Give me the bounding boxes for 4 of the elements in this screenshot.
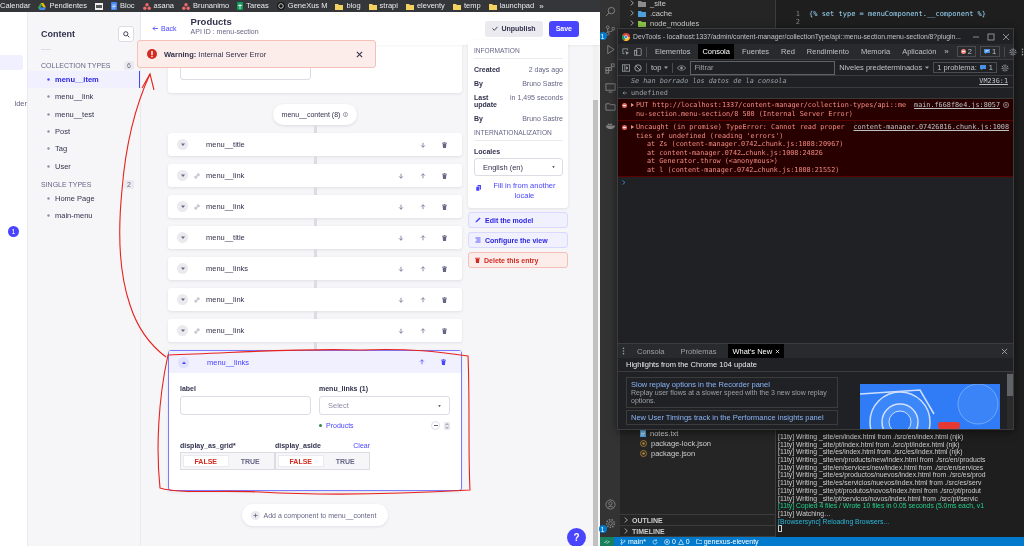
page-title: Products (190, 16, 233, 27)
more-tabs-button[interactable]: » (944, 47, 949, 56)
sidebar-title: Content (41, 29, 76, 39)
more-bookmarks-button[interactable]: » (539, 1, 550, 11)
